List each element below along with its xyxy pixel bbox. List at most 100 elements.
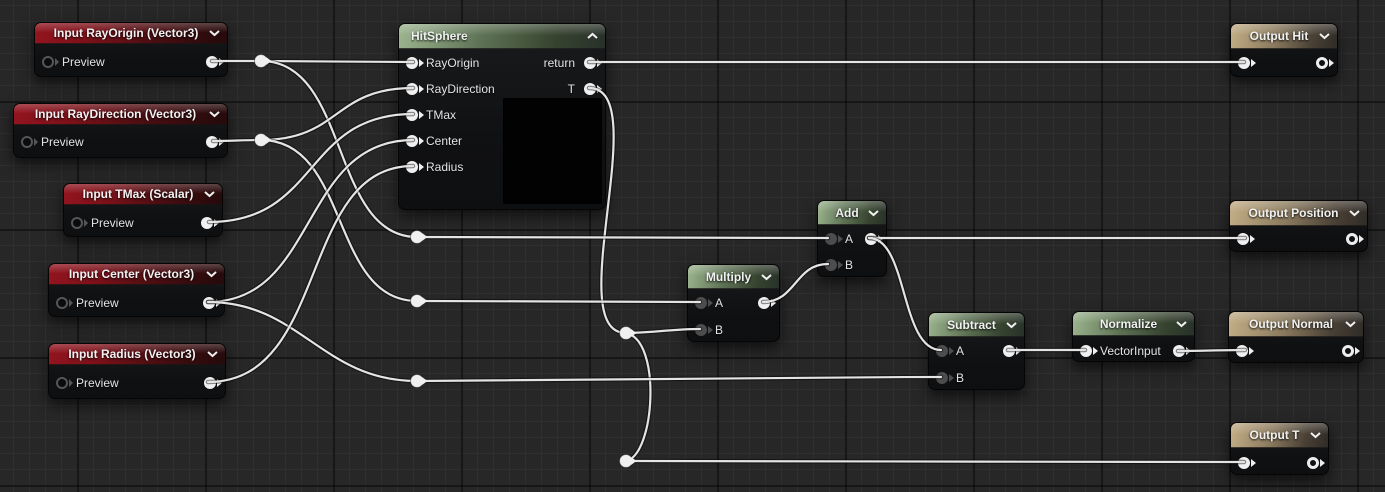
chevron-down-icon[interactable]	[1345, 321, 1356, 328]
node-title-bar[interactable]: Add	[818, 201, 886, 225]
node-title: Input Radius (Vector3)	[68, 347, 196, 361]
pin-label: Preview	[41, 135, 84, 149]
node-row	[1229, 339, 1363, 363]
node-title-bar[interactable]: Input Center (Vector3)	[49, 264, 224, 285]
node-title: Output Hit	[1249, 29, 1309, 43]
node-title: Output Position	[1248, 206, 1339, 220]
chevron-down-icon[interactable]	[207, 351, 218, 358]
chevron-up-icon[interactable]	[587, 32, 598, 40]
node-title: Input RayOrigin (Vector3)	[53, 26, 199, 40]
pin-label: Radius	[426, 160, 464, 174]
node-input-tmax[interactable]: Input TMax (Scalar) Preview	[63, 183, 223, 237]
graph-canvas[interactable]: Input RayOrigin (Vector3) Preview Input Ra…	[0, 0, 1385, 492]
chevron-down-icon[interactable]	[1349, 210, 1360, 217]
input-radius-preview-pin[interactable]	[56, 377, 73, 389]
pin-label: A	[715, 296, 724, 310]
output-normal-out-pin[interactable]	[1342, 345, 1360, 357]
node-input-raydirection[interactable]: Input RayDirection (Vector3) Preview	[13, 103, 228, 158]
wire-input-raydirection.out-to-reroute-b[interactable]	[211, 138, 263, 143]
node-output-normal[interactable]: Output Normal	[1228, 311, 1364, 363]
node-title-bar[interactable]: Input TMax (Scalar)	[64, 184, 222, 205]
pin-label: B	[715, 323, 724, 337]
node-output-position[interactable]: Output Position	[1229, 200, 1368, 252]
node-output-hit[interactable]: Output Hit	[1230, 23, 1338, 77]
node-title-bar[interactable]: Output T	[1231, 423, 1328, 448]
node-title: Input Center (Vector3)	[68, 267, 195, 281]
chevron-down-icon[interactable]	[1006, 321, 1017, 328]
pin-label: return	[543, 56, 575, 70]
pin-label: A	[956, 344, 965, 358]
node-title-bar[interactable]: Multiply	[688, 265, 779, 289]
node-input-center[interactable]: Input Center (Vector3) Preview	[48, 263, 225, 317]
pin-label: RayOrigin	[426, 56, 480, 70]
node-hitsphere[interactable]: HitSphere RayOrigin return RayDirection T TMa…	[398, 23, 606, 210]
node-row: Preview	[49, 291, 224, 315]
node-row: B	[929, 366, 1024, 390]
pin-label: Center	[426, 134, 463, 148]
pin-label: Preview	[91, 216, 134, 230]
input-rayorigin-preview-pin[interactable]	[42, 56, 59, 68]
pin-label: VectorInput	[1100, 344, 1161, 358]
node-title-bar[interactable]: Output Normal	[1229, 312, 1363, 337]
wire-normalize.out-to-output-normal.in[interactable]	[1176, 348, 1247, 353]
chevron-down-icon[interactable]	[1176, 320, 1187, 327]
node-title: Output Normal	[1249, 317, 1333, 331]
node-output-t[interactable]: Output T	[1230, 422, 1329, 475]
pin-label: A	[845, 232, 854, 246]
node-normalize[interactable]: Normalize VectorInput	[1072, 311, 1195, 362]
node-title: Output T	[1249, 428, 1300, 442]
chevron-down-icon[interactable]	[209, 30, 220, 37]
wire-reroute-d-to-multiply.A[interactable]	[415, 299, 702, 304]
wire-reroute-f-to-reroute-g[interactable]	[624, 331, 652, 463]
output-t-out-pin[interactable]	[1307, 457, 1325, 469]
node-row: Preview	[64, 211, 222, 235]
chevron-down-icon[interactable]	[204, 191, 215, 198]
pin-label: TMax	[426, 108, 456, 122]
input-center-preview-pin[interactable]	[56, 297, 73, 309]
node-title-bar[interactable]: Input RayOrigin (Vector3)	[35, 23, 227, 44]
wire-reroute-c-to-add.A[interactable]	[415, 235, 830, 240]
input-tmax-preview-pin[interactable]	[71, 217, 88, 229]
node-row: RayOrigin return	[399, 51, 605, 75]
wire-shadow	[623, 330, 653, 464]
chevron-down-icon[interactable]	[1310, 432, 1321, 439]
chevron-down-icon[interactable]	[209, 111, 220, 118]
output-position-out-pin[interactable]	[1346, 233, 1364, 245]
wire-reroute-a-to-hitsphere.RayOrigin[interactable]	[259, 59, 415, 64]
chevron-down-icon[interactable]	[1319, 33, 1330, 40]
node-input-rayorigin[interactable]: Input RayOrigin (Vector3) Preview	[34, 22, 228, 77]
pin-label: Preview	[76, 296, 119, 310]
pin-label: B	[845, 258, 854, 272]
node-title: Subtract	[947, 317, 996, 332]
wire-shadow	[205, 163, 416, 385]
node-title: HitSphere	[411, 29, 468, 43]
chevron-down-icon[interactable]	[206, 271, 217, 278]
node-input-radius[interactable]: Input Radius (Vector3) Preview	[48, 343, 226, 399]
node-title: Input RayDirection (Vector3)	[34, 107, 197, 121]
pin-label: B	[956, 371, 965, 385]
chevron-down-icon[interactable]	[868, 209, 879, 216]
chevron-down-icon[interactable]	[761, 273, 772, 280]
input-raydirection-preview-pin[interactable]	[21, 136, 38, 148]
wire-input-radius.out-to-hitsphere.Radius[interactable]	[206, 164, 415, 384]
node-title: Input TMax (Scalar)	[82, 187, 194, 201]
wire-input-center.out-to-reroute-e[interactable]	[206, 300, 419, 383]
node-row	[1231, 51, 1337, 75]
output-hit-out-pin[interactable]	[1316, 57, 1334, 69]
pin-label: RayDirection	[426, 82, 495, 96]
node-row: Preview	[14, 130, 227, 154]
node-title-bar[interactable]: Output Position	[1230, 201, 1367, 226]
node-title-bar[interactable]: Input RayDirection (Vector3)	[14, 104, 227, 125]
pin-label: Preview	[76, 376, 119, 390]
pin-label: Preview	[62, 55, 105, 69]
node-title-bar[interactable]: Normalize	[1073, 312, 1194, 336]
node-title: Normalize	[1099, 316, 1158, 331]
node-title-bar[interactable]: HitSphere	[399, 24, 605, 49]
node-title-bar[interactable]: Subtract	[929, 313, 1024, 337]
node-title: Multiply	[705, 269, 752, 284]
node-title-bar[interactable]: Input Radius (Vector3)	[49, 344, 225, 365]
wire-reroute-g-to-output-t.in[interactable]	[624, 459, 1246, 464]
node-title-bar[interactable]: Output Hit	[1231, 24, 1337, 49]
node-row	[1230, 227, 1367, 251]
preview-thumbnail	[503, 98, 602, 204]
